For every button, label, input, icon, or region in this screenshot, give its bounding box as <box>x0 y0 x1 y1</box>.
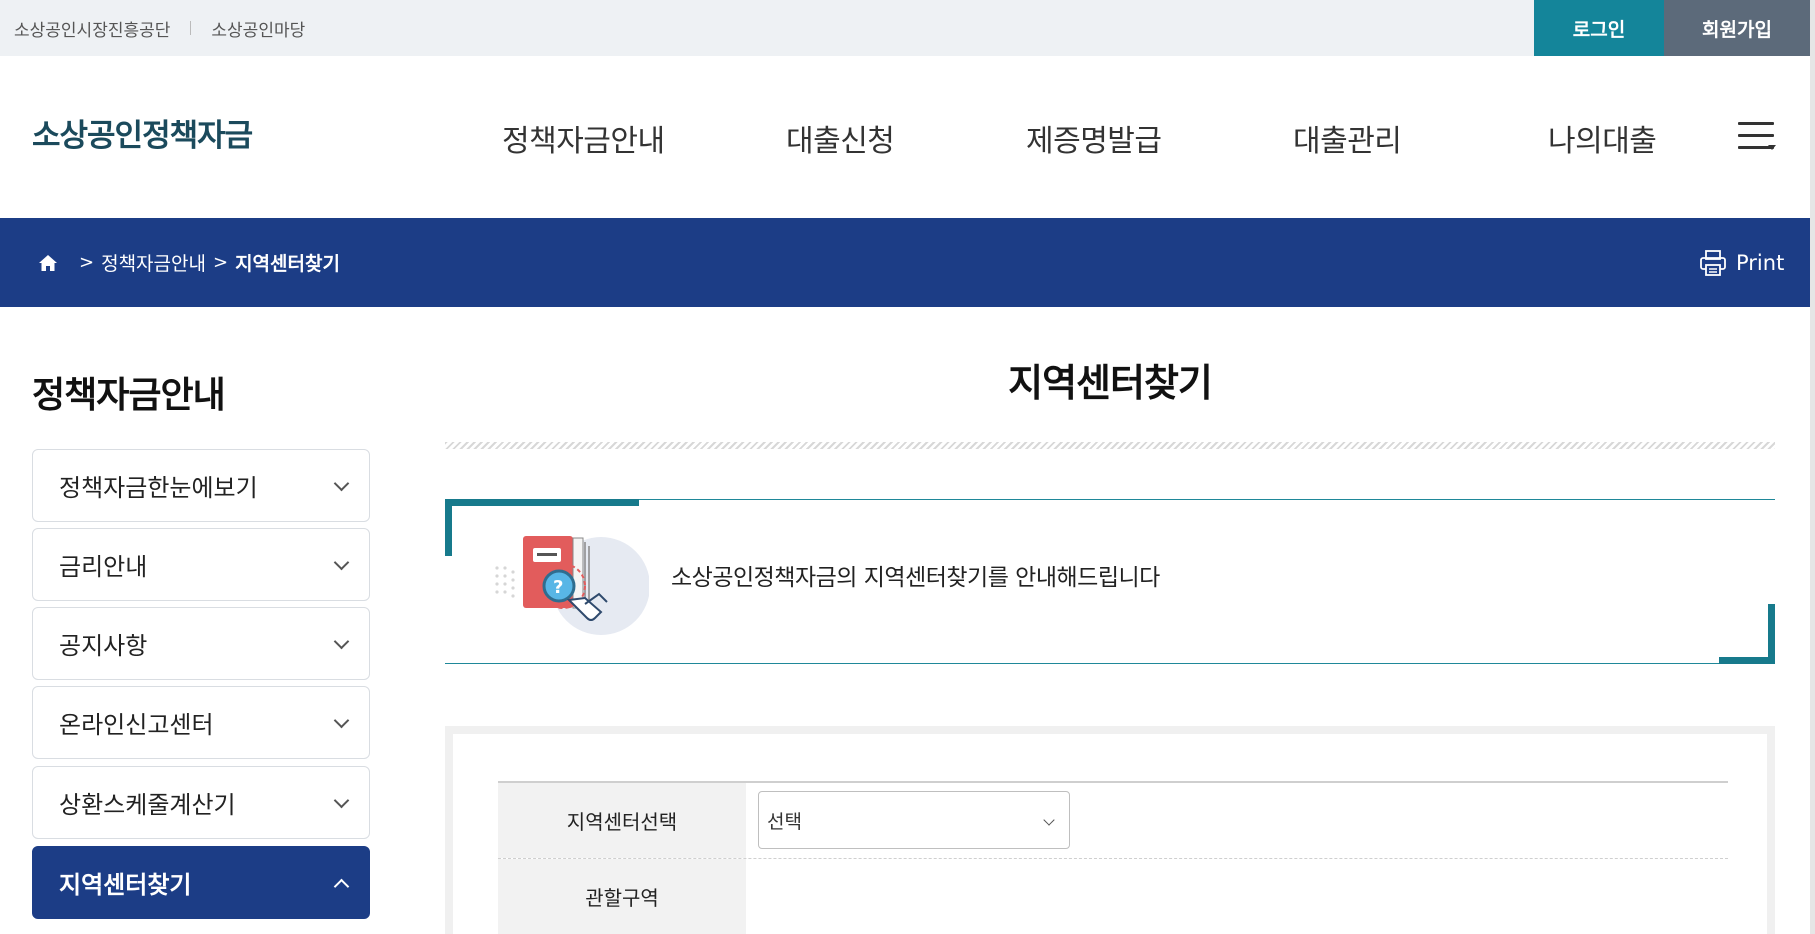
nav-loan-management[interactable]: 대출관리 <box>1293 116 1402 160</box>
sidebar-item-label: 지역센터찾기 <box>59 871 192 899</box>
form-row-jurisdiction: 관할구역 <box>498 859 1728 934</box>
nav-loan-application[interactable]: 대출신청 <box>786 116 895 160</box>
corner-accent <box>445 499 639 506</box>
sidebar-item-find-regional-center[interactable]: 지역센터찾기 <box>32 846 370 919</box>
nav-my-loans[interactable]: 나의대출 <box>1548 116 1657 160</box>
signup-button[interactable]: 회원가입 <box>1664 0 1810 56</box>
utility-bar: 소상공인시장진흥공단 소상공인마당 로그인 회원가입 <box>0 0 1815 56</box>
book-magnifier-illustration: ? <box>495 536 649 635</box>
hamburger-menu-icon[interactable] <box>1738 122 1776 152</box>
sidebar-item-label: 상환스케줄계산기 <box>59 791 236 819</box>
chevron-right-icon: > <box>212 252 229 273</box>
chevron-down-icon <box>333 475 350 492</box>
intro-text: 소상공인정책자금의 지역센터찾기를 안내해드립니다 <box>671 565 1160 591</box>
breadcrumb: > 정책자금안내 > 지역센터찾기 <box>38 218 340 307</box>
printer-icon <box>1700 249 1726 276</box>
divider <box>445 442 1775 449</box>
jurisdiction-value <box>746 859 1728 934</box>
intro-banner: ? 소상공인정책자금의 지역센터찾기를 안내해드립니다 <box>445 499 1775 664</box>
sidebar-item-interest-rate[interactable]: 금리안내 <box>32 528 370 601</box>
scrollbar[interactable] <box>1810 0 1815 934</box>
form-row-center-select: 지역센터선택 선택 <box>498 783 1728 859</box>
sidebar-item-online-report-center[interactable]: 온라인신고센터 <box>32 686 370 759</box>
chevron-down-icon <box>333 554 350 571</box>
link-semas[interactable]: 소상공인시장진흥공단 <box>14 16 170 41</box>
chevron-down-icon <box>333 633 350 650</box>
breadcrumb-bar: > 정책자금안내 > 지역센터찾기 Print <box>0 218 1810 307</box>
corner-accent <box>1768 604 1775 664</box>
home-icon[interactable] <box>38 254 58 272</box>
chevron-down-icon <box>333 792 350 809</box>
sidebar-item-label: 온라인신고센터 <box>59 711 214 739</box>
site-logo[interactable]: 소상공인정책자금 <box>32 110 253 155</box>
sidebar-item-repayment-calculator[interactable]: 상환스케줄계산기 <box>32 766 370 839</box>
chevron-down-icon <box>1043 814 1055 826</box>
svg-text:?: ? <box>553 577 563 598</box>
chevron-up-icon <box>333 878 350 895</box>
print-button[interactable]: Print <box>1698 218 1784 307</box>
center-select-dropdown[interactable]: 선택 <box>758 791 1070 849</box>
family-site-links: 소상공인시장진흥공단 소상공인마당 <box>14 0 305 56</box>
breadcrumb-item-policy-fund-guide[interactable]: 정책자금안내 <box>101 249 206 276</box>
sidebar-title: 정책자금안내 <box>32 375 226 416</box>
chevron-down-icon <box>333 712 350 729</box>
sidebar-item-label: 금리안내 <box>59 553 148 581</box>
form-table: 지역센터선택 선택 관할구역 <box>498 781 1728 934</box>
page-title: 지역센터찾기 <box>1008 361 1213 405</box>
sidebar-item-label: 공지사항 <box>59 632 148 660</box>
sidebar-item-label: 정책자금한눈에보기 <box>59 474 258 502</box>
corner-accent <box>1719 657 1775 664</box>
sidebar-item-notices[interactable]: 공지사항 <box>32 607 370 680</box>
form-cell: 선택 <box>746 783 1728 858</box>
nav-certificate-issuance[interactable]: 제증명발급 <box>1026 116 1162 160</box>
jurisdiction-label: 관할구역 <box>498 859 746 934</box>
center-select-value: 선택 <box>767 810 802 833</box>
breadcrumb-item-current[interactable]: 지역센터찾기 <box>235 249 340 276</box>
login-button[interactable]: 로그인 <box>1534 0 1664 56</box>
center-search-form: 지역센터선택 선택 관할구역 <box>445 726 1775 934</box>
form-panel: 지역센터선택 선택 관할구역 <box>453 734 1767 934</box>
center-select-label: 지역센터선택 <box>498 783 746 858</box>
print-label: Print <box>1736 250 1785 275</box>
sidebar-item-policy-fund-overview[interactable]: 정책자금한눈에보기 <box>32 449 370 522</box>
site-header: 소상공인정책자금 정책자금안내 대출신청 제증명발급 대출관리 나의대출 <box>0 56 1815 218</box>
nav-policy-fund-guide[interactable]: 정책자금안내 <box>502 116 665 160</box>
link-sbiz-madang[interactable]: 소상공인마당 <box>211 16 305 41</box>
chevron-right-icon: > <box>79 252 95 273</box>
corner-accent <box>445 499 452 556</box>
divider <box>190 21 192 35</box>
